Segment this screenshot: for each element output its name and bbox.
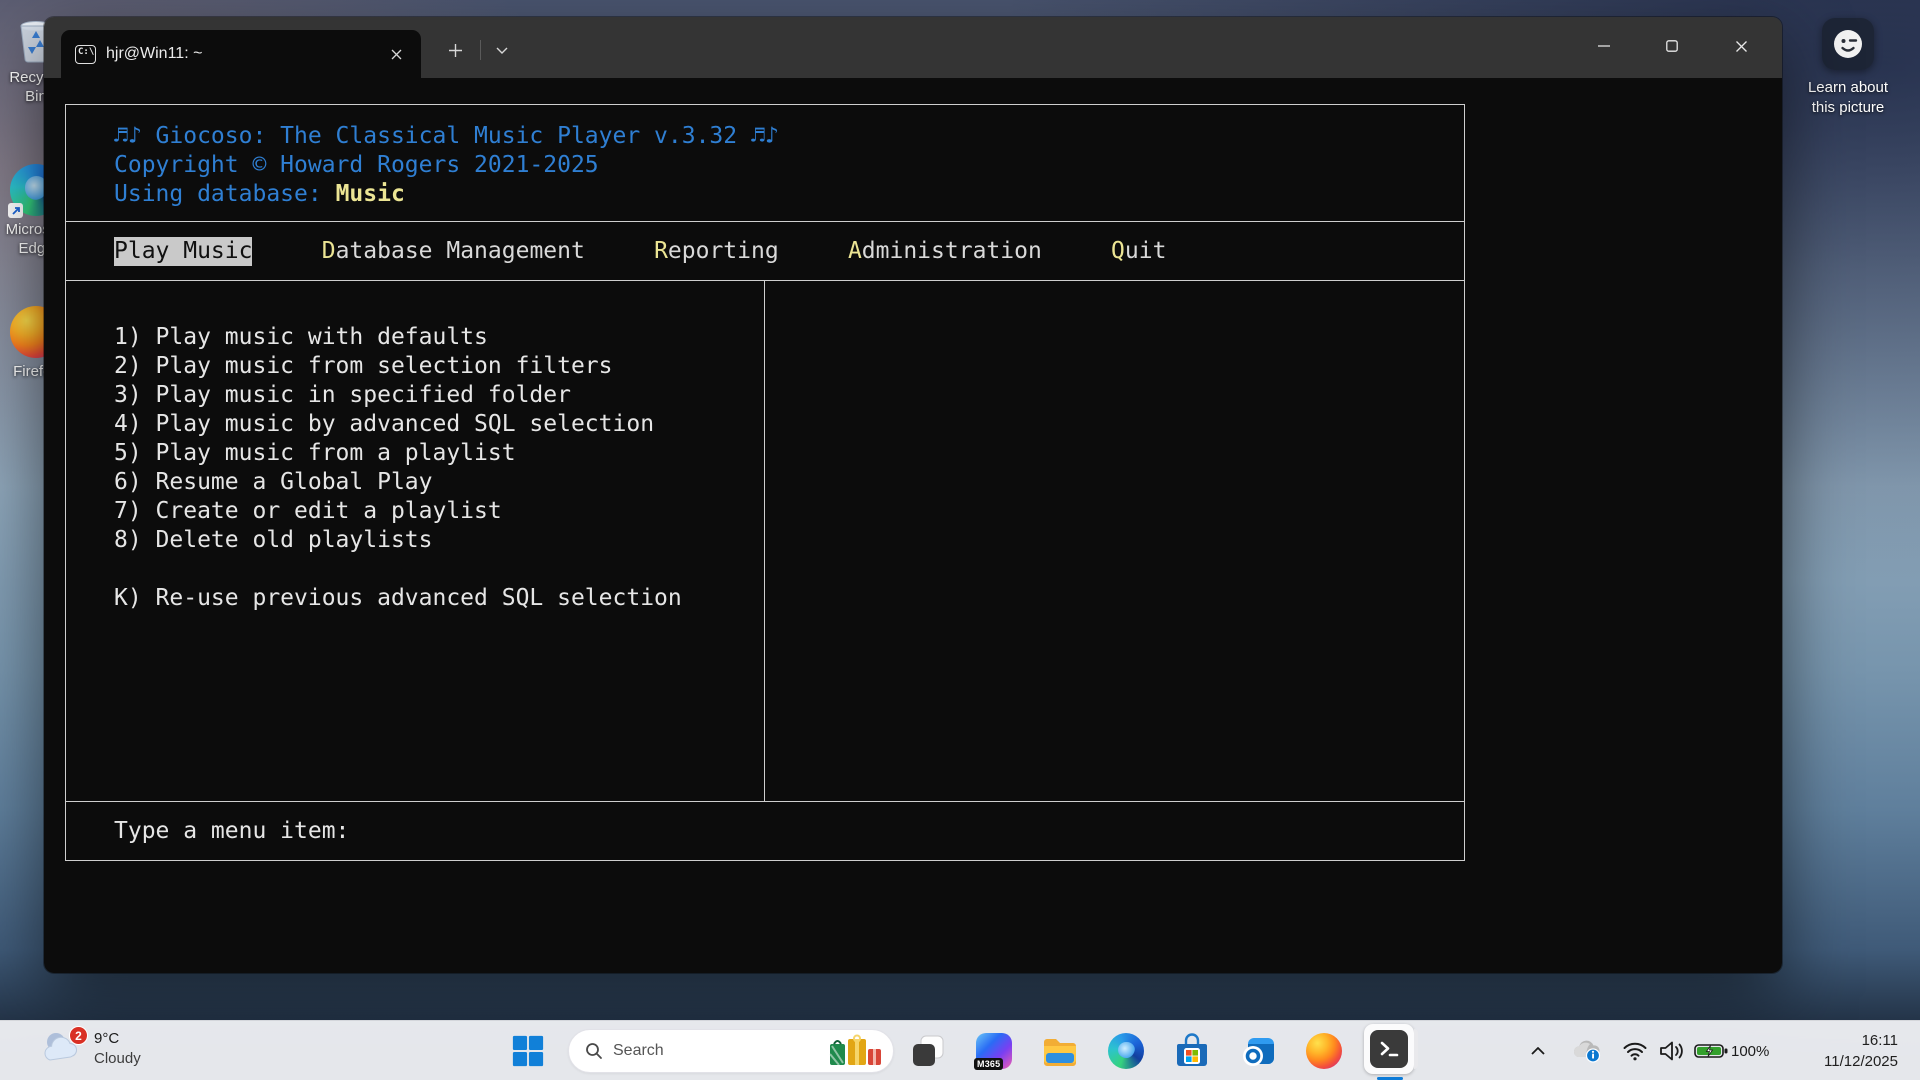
menu-database-management[interactable]: Database Management <box>322 237 585 266</box>
speaker-icon <box>1658 1040 1686 1062</box>
task-view-icon <box>909 1032 947 1070</box>
start-button[interactable] <box>509 1032 547 1070</box>
tab-close-button[interactable] <box>381 39 411 69</box>
menu-item-2[interactable]: 2) Play music from selection filters <box>66 352 764 381</box>
terminal-window: C:\ hjr@Win11: ~ <box>44 17 1782 973</box>
tray-volume[interactable] <box>1654 1021 1690 1080</box>
windows-logo-icon <box>511 1034 545 1068</box>
search-icon <box>585 1042 603 1060</box>
menu-administration[interactable]: Administration <box>848 237 1042 266</box>
chevron-up-icon <box>1529 1045 1547 1057</box>
maximize-button[interactable] <box>1649 17 1695 75</box>
database-line: Using database:Music <box>114 180 1464 209</box>
app-title: ♬♪ Giocoso: The Classical Music Player v… <box>114 122 1464 151</box>
learn-about-picture-button[interactable] <box>1822 18 1874 70</box>
taskbar-app-m365-copilot[interactable]: M365 <box>975 1032 1013 1070</box>
tray-wifi[interactable] <box>1618 1021 1652 1080</box>
blank-line <box>66 555 764 584</box>
edge-icon <box>1108 1033 1144 1069</box>
tray-chevron-up[interactable] <box>1521 1021 1555 1080</box>
tab-title: hjr@Win11: ~ <box>106 45 381 63</box>
menu-reporting[interactable]: Reporting <box>654 237 779 266</box>
menu-item-7[interactable]: 7) Create or edit a playlist <box>66 497 764 526</box>
new-tab-button[interactable] <box>438 33 472 67</box>
weather-temp: 9°C <box>94 1030 141 1047</box>
tabbar-separator <box>480 40 481 60</box>
tui-content: 1) Play music with defaults 2) Play musi… <box>65 281 1465 802</box>
prompt-text: Type a menu item: <box>114 817 349 846</box>
menu-item-4[interactable]: 4) Play music by advanced SQL selection <box>66 410 764 439</box>
minimize-button[interactable] <box>1581 17 1627 75</box>
menu-item-6[interactable]: 6) Resume a Global Play <box>66 468 764 497</box>
tray-battery[interactable] <box>1692 1021 1730 1080</box>
menu-item-1[interactable]: 1) Play music with defaults <box>66 323 764 352</box>
taskbar: 2 9°C Cloudy Search <box>0 1020 1920 1080</box>
battery-charging-icon <box>1694 1042 1728 1060</box>
taskbar-app-file-explorer[interactable] <box>1041 1032 1079 1070</box>
tray-onedrive[interactable] <box>1568 1021 1604 1080</box>
tui-menubar: Play Music Database Management Reporting… <box>65 222 1465 281</box>
tui-header: ♬♪ Giocoso: The Classical Music Player v… <box>65 104 1465 222</box>
microsoft-store-icon <box>1173 1032 1211 1070</box>
onedrive-cloud-icon <box>1570 1039 1602 1063</box>
weather-condition: Cloudy <box>94 1050 141 1067</box>
taskbar-clock[interactable]: 16:11 11/12/2025 <box>1824 1021 1898 1080</box>
file-explorer-icon <box>1041 1032 1079 1070</box>
search-placeholder: Search <box>613 1042 827 1060</box>
tab-dropdown-button[interactable] <box>487 33 517 67</box>
holiday-gifts-icon <box>827 1034 883 1068</box>
tui-prompt-box[interactable]: Type a menu item: <box>65 802 1465 861</box>
database-name: Music <box>336 181 405 207</box>
menu-item-5[interactable]: 5) Play music from a playlist <box>66 439 764 468</box>
cmd-icon: C:\ <box>75 45 96 64</box>
taskbar-app-firefox[interactable] <box>1305 1032 1343 1070</box>
spotlight-widget: Learn about this picture <box>1784 18 1912 118</box>
wink-face-icon <box>1831 27 1865 61</box>
outlook-icon <box>1239 1032 1277 1070</box>
shortcut-arrow-icon <box>8 203 23 218</box>
giocoso-tui: ♬♪ Giocoso: The Classical Music Player v… <box>65 104 1465 861</box>
terminal-tabbar[interactable]: C:\ hjr@Win11: ~ <box>44 17 1782 78</box>
battery-percent: 100% <box>1731 1021 1769 1080</box>
clock-time: 16:11 <box>1862 1030 1898 1051</box>
wifi-icon <box>1622 1041 1648 1061</box>
notification-badge: 2 <box>69 1026 88 1045</box>
menu-item-3[interactable]: 3) Play music in specified folder <box>66 381 764 410</box>
clock-date: 11/12/2025 <box>1824 1051 1898 1072</box>
m365-copilot-icon: M365 <box>976 1033 1012 1069</box>
desktop: Recycle Bin Microsoft Edge Firefox Learn… <box>0 0 1920 1080</box>
terminal-app-card <box>1364 1024 1414 1074</box>
taskbar-app-outlook[interactable] <box>1239 1032 1277 1070</box>
terminal-icon <box>1370 1030 1408 1068</box>
menu-item-k[interactable]: K) Re-use previous advanced SQL selectio… <box>66 584 764 613</box>
taskbar-app-terminal-active[interactable] <box>1364 1024 1418 1078</box>
weather-widget[interactable]: 2 9°C Cloudy <box>40 1028 141 1068</box>
taskbar-app-microsoft-store[interactable] <box>1173 1032 1211 1070</box>
menu-items-pane: 1) Play music with defaults 2) Play musi… <box>66 281 765 801</box>
menu-quit[interactable]: Quit <box>1111 237 1166 266</box>
empty-pane <box>765 281 1464 801</box>
taskbar-app-edge[interactable] <box>1107 1032 1145 1070</box>
copyright-line: Copyright © Howard Rogers 2021-2025 <box>114 151 1464 180</box>
m365-badge: M365 <box>974 1058 1003 1070</box>
terminal-tab[interactable]: C:\ hjr@Win11: ~ <box>61 30 421 78</box>
spotlight-label: Learn about this picture <box>1800 78 1896 118</box>
taskbar-app-task-view[interactable] <box>909 1032 947 1070</box>
window-close-button[interactable] <box>1718 17 1764 75</box>
terminal-body[interactable]: ♬♪ Giocoso: The Classical Music Player v… <box>44 78 1782 973</box>
firefox-icon <box>1306 1033 1342 1069</box>
menu-play-music[interactable]: Play Music <box>114 237 252 266</box>
menu-item-8[interactable]: 8) Delete old playlists <box>66 526 764 555</box>
search-box[interactable]: Search <box>568 1029 894 1073</box>
